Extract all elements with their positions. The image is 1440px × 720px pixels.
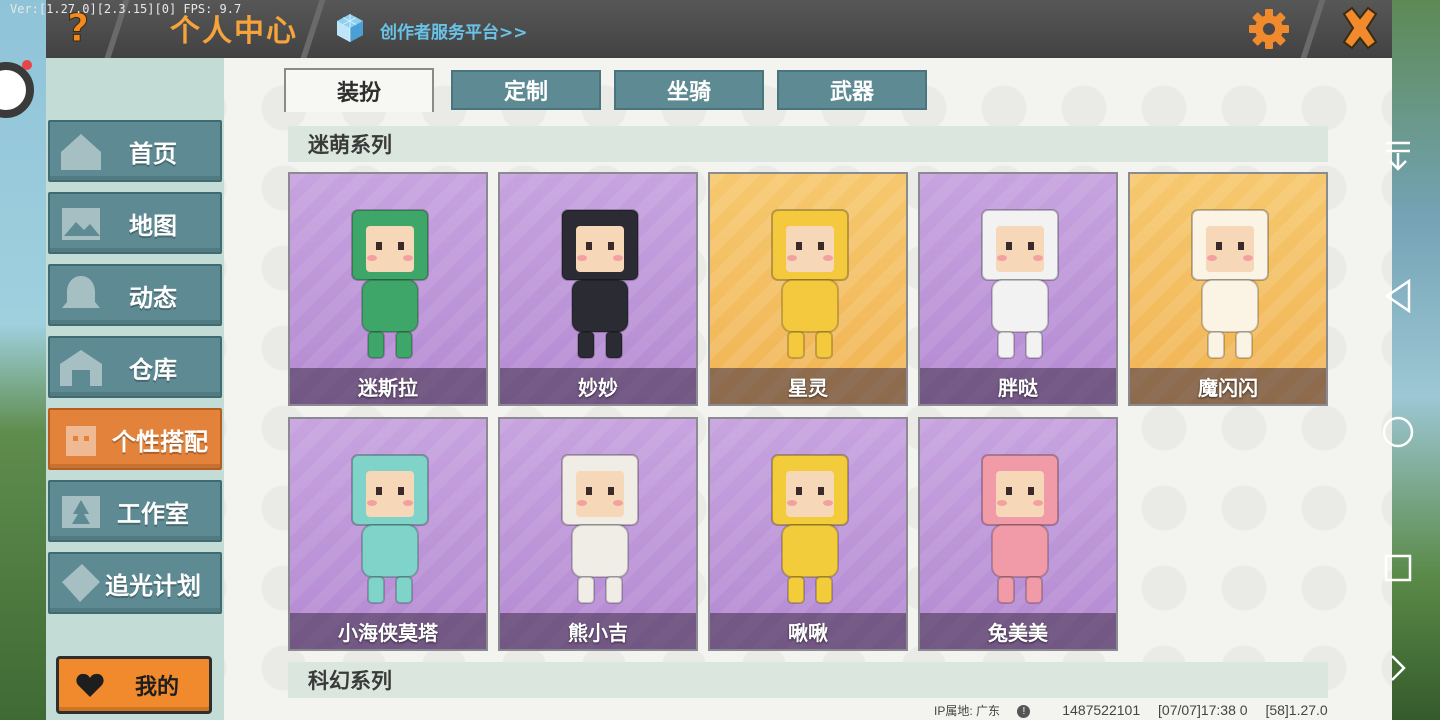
tab-custom[interactable]: 定制 [451,70,601,110]
timestamp: [07/07]17:38 0 [1158,702,1248,718]
version-overlay: Ver:[1.27.0][2.3.15][0] FPS: 9.7 [10,2,242,16]
sidebar-item-label: 地图 [129,211,177,240]
character-figure [771,454,849,604]
main-panel: 装扮 定制 坐骑 武器 迷萌系列 迷斯拉 妙妙 星灵 胖哒 魔闪闪小海侠莫塔 熊小吉 啾啾兔… [224,58,1392,720]
sidebar-item-label: 首页 [129,139,177,168]
character-figure [351,209,429,359]
notification-dot [22,60,32,70]
skin-name: 熊小吉 [500,613,696,649]
section-header-scifi: 科幻系列 [288,662,1328,698]
build-version: [58]1.27.0 [1265,702,1328,718]
back-icon[interactable] [1378,276,1418,316]
sidebar-item-plan[interactable]: 追光计划 [48,552,222,614]
character-figure [351,454,429,604]
sidebar-item-outfit[interactable]: 个性搭配 [48,408,222,470]
character-figure [1191,209,1269,359]
section-header-cute: 迷萌系列 [288,126,1328,162]
skin-name: 小海侠莫塔 [290,613,486,649]
skin-card[interactable]: 魔闪闪 [1128,172,1328,406]
download-icon[interactable] [1378,136,1418,176]
tab-weapon[interactable]: 武器 [777,70,927,110]
gear-icon[interactable] [1246,6,1292,52]
chevron-right-icon[interactable] [1378,648,1418,688]
character-figure [561,454,639,604]
user-id: 1487522101 [1062,702,1141,718]
sidebar-item-feed[interactable]: 动态 [48,264,222,326]
skin-card[interactable]: 妙妙 [498,172,698,406]
skin-card[interactable]: 星灵 [708,172,908,406]
sidebar-item-label: 仓库 [129,355,177,384]
skin-card[interactable]: 小海侠莫塔 [288,417,488,651]
skin-card[interactable]: 啾啾 [708,417,908,651]
tab-mount[interactable]: 坐骑 [614,70,764,110]
tab-outfit[interactable]: 装扮 [284,68,434,112]
skin-name: 妙妙 [500,368,696,404]
mine-button-label: 我的 [135,675,180,700]
home-circle-icon[interactable] [1378,412,1418,452]
skin-name: 胖哒 [920,368,1116,404]
skin-name: 啾啾 [710,613,906,649]
mine-button[interactable]: 我的 [56,656,212,714]
sidebar: 首页 地图 动态 仓库 个性搭配 工作室 追光计划 我的 [46,58,224,720]
close-icon[interactable] [1336,4,1384,52]
skin-name: 迷斯拉 [290,368,486,404]
sidebar-item-label: 工作室 [117,499,189,528]
character-figure [561,209,639,359]
game-background-right [1392,0,1440,720]
sidebar-item-studio[interactable]: 工作室 [48,480,222,542]
cube-icon[interactable] [334,12,366,44]
heart-icon [76,673,104,697]
character-figure [981,454,1059,604]
character-figure [771,209,849,359]
footer-info: IP属地: 广东 ! 1487522101 [07/07]17:38 0 [58… [934,702,1342,719]
sidebar-item-map[interactable]: 地图 [48,192,222,254]
recents-square-icon[interactable] [1378,548,1418,588]
ip-location-text: IP属地: 广东 [934,704,1001,718]
creator-platform-link[interactable]: 创作者服务平台>> [380,18,528,43]
header-bar: ? 个人中心 创作者服务平台>> [46,0,1392,58]
skin-card[interactable]: 兔美美 [918,417,1118,651]
skin-name: 魔闪闪 [1130,368,1326,404]
sidebar-item-label: 个性搭配 [112,427,208,456]
sidebar-item-label: 动态 [129,283,177,312]
sidebar-item-label: 追光计划 [105,571,201,600]
header-divider [300,0,326,58]
skin-name: 兔美美 [920,613,1116,649]
skin-card[interactable]: 熊小吉 [498,417,698,651]
header-divider [1300,0,1326,58]
character-figure [981,209,1059,359]
sidebar-item-home[interactable]: 首页 [48,120,222,182]
ip-location: IP属地: 广东 ! [934,704,1044,719]
info-icon[interactable]: ! [1017,705,1031,719]
skin-name: 星灵 [710,368,906,404]
skin-card[interactable]: 胖哒 [918,172,1118,406]
sidebar-item-warehouse[interactable]: 仓库 [48,336,222,398]
skin-card[interactable]: 迷斯拉 [288,172,488,406]
